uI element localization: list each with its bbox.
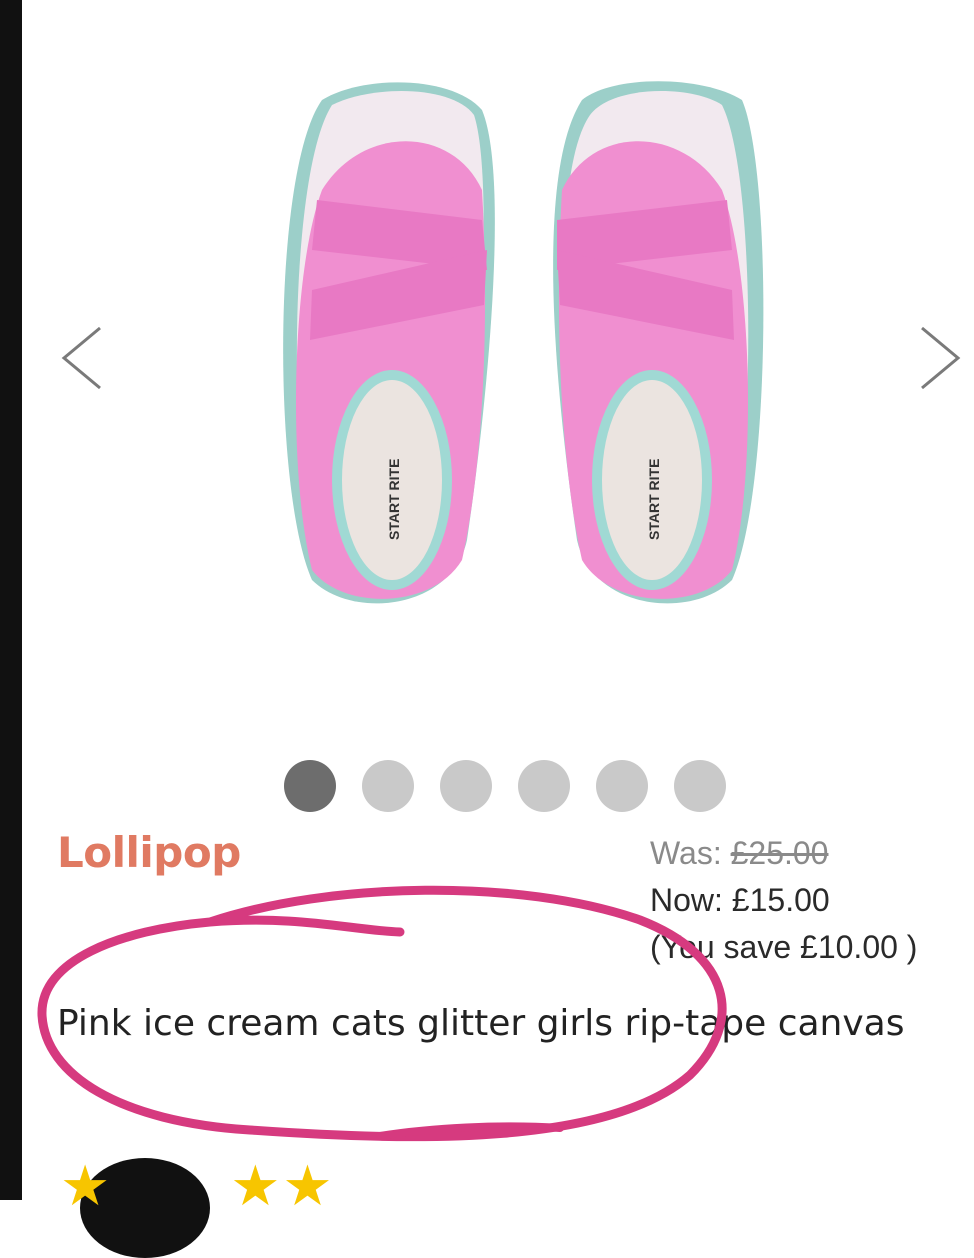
saving-text: (You save £10.00 ) <box>650 929 918 965</box>
was-price: Was: £25.00 <box>650 830 917 877</box>
now-price: Now: £15.00 <box>650 882 830 918</box>
left-edge-bar <box>0 0 22 1200</box>
chevron-left-icon[interactable] <box>52 318 112 398</box>
star-icon: ★ <box>60 1154 111 1217</box>
product-image: START RITE START RITE <box>283 81 764 604</box>
carousel-dot[interactable] <box>362 760 414 812</box>
product-brand: Lollipop <box>57 828 241 877</box>
star-icon: ★ <box>282 1154 333 1217</box>
carousel-dot[interactable] <box>674 760 726 812</box>
carousel-dot[interactable] <box>440 760 492 812</box>
carousel-dot[interactable] <box>518 760 570 812</box>
right-shoe: START RITE <box>553 81 764 604</box>
price-block: Was: £25.00 Now: £15.00 (You save £10.00… <box>650 830 917 971</box>
rating-stars: ★ ★ ★ <box>60 1158 333 1214</box>
product-image-gallery: START RITE START RITE <box>22 0 974 760</box>
carousel-dot[interactable] <box>596 760 648 812</box>
left-shoe: START RITE <box>283 82 495 604</box>
was-price-value: £25.00 <box>730 835 829 871</box>
carousel-dot[interactable] <box>284 760 336 812</box>
was-label: Was: <box>650 835 731 871</box>
product-title: Pink ice cream cats glitter girls rip-ta… <box>57 1003 905 1044</box>
svg-text:START RITE: START RITE <box>646 459 662 540</box>
star-icon: ★ <box>230 1154 281 1217</box>
chevron-right-icon[interactable] <box>910 318 970 398</box>
svg-text:START RITE: START RITE <box>386 459 402 540</box>
carousel-dots <box>284 760 726 812</box>
